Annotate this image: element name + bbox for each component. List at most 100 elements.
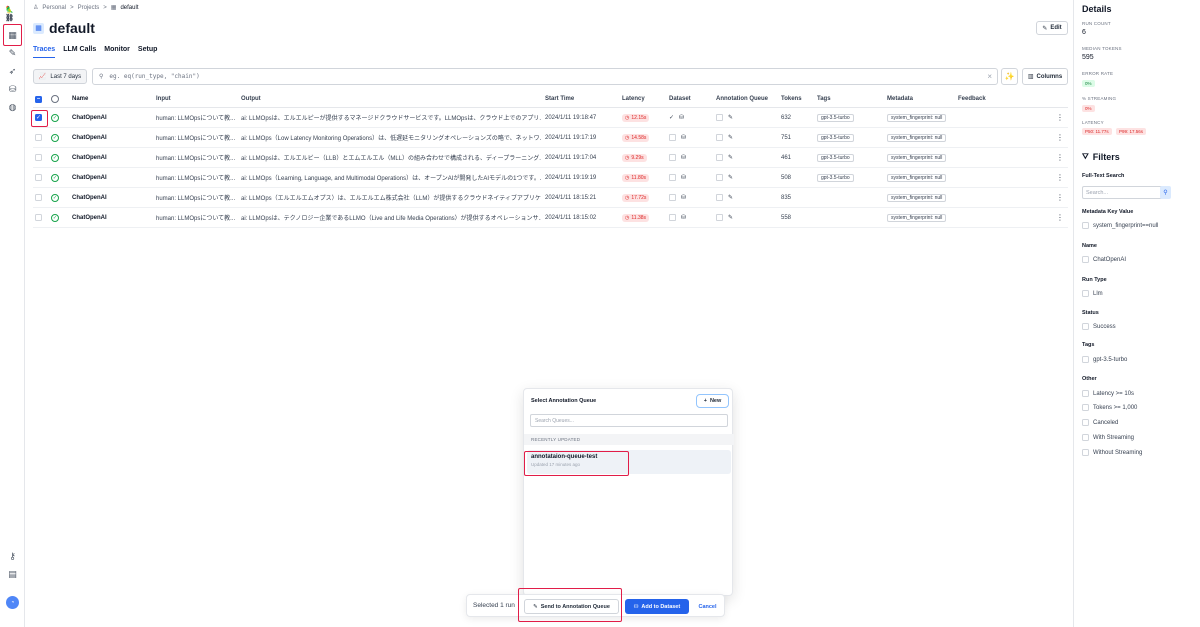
edit-button[interactable]: ✎ Edit bbox=[1036, 21, 1068, 35]
pencil-icon[interactable]: ✎ bbox=[728, 114, 733, 121]
queue-box-icon[interactable] bbox=[716, 174, 723, 181]
filter-checkbox[interactable] bbox=[1082, 434, 1089, 441]
run-name[interactable]: ChatOpenAI bbox=[72, 148, 152, 167]
project-grid-icon: ▦ bbox=[110, 5, 117, 11]
filter-checkbox[interactable] bbox=[1082, 404, 1089, 411]
tab-llm-calls[interactable]: LLM Calls bbox=[63, 46, 96, 58]
projects-icon[interactable]: ▦ bbox=[7, 30, 18, 41]
search-icon[interactable]: ⚲ bbox=[1160, 186, 1171, 199]
fulltext-search-input[interactable]: Search... bbox=[1082, 186, 1170, 199]
query-input[interactable]: ⚲ eg. eq(run_type, "chain") × bbox=[92, 68, 998, 85]
queue-box-icon[interactable] bbox=[716, 154, 723, 161]
filter-checkbox[interactable] bbox=[1082, 222, 1089, 229]
clear-icon[interactable]: × bbox=[987, 72, 992, 81]
row-checkbox[interactable] bbox=[35, 214, 42, 221]
add-label: Add to Dataset bbox=[641, 603, 681, 610]
pencil-icon[interactable]: ✎ bbox=[728, 134, 733, 141]
user-avatar[interactable]: ◔ bbox=[6, 596, 19, 609]
filter-checkbox[interactable] bbox=[1082, 390, 1089, 397]
row-checkbox[interactable]: ✓ bbox=[35, 114, 42, 121]
pencil-icon[interactable]: ✎ bbox=[728, 214, 733, 221]
database-icon[interactable]: ⛁ bbox=[681, 154, 686, 161]
ai-query-wand-button[interactable]: ✨ bbox=[1001, 68, 1018, 85]
new-queue-button[interactable]: + New bbox=[696, 394, 729, 408]
hub-globe-icon[interactable]: ◍ bbox=[7, 102, 18, 113]
run-name[interactable]: ChatOpenAI bbox=[72, 108, 152, 127]
row-checkbox[interactable] bbox=[35, 154, 42, 161]
datasets-icon[interactable]: ⛁ bbox=[7, 84, 18, 95]
database-icon[interactable]: ⛁ bbox=[679, 114, 684, 121]
filter-option[interactable]: Canceled bbox=[1082, 419, 1118, 426]
tab-setup[interactable]: Setup bbox=[138, 46, 157, 58]
filter-option[interactable]: system_fingerprint==null bbox=[1082, 222, 1158, 229]
filter-option[interactable]: With Streaming bbox=[1082, 434, 1134, 441]
table-row[interactable]: ✓ ChatOpenAI human: LLMOpsについて教... ai: L… bbox=[33, 168, 1068, 188]
queue-search-input[interactable]: Search Queues... bbox=[530, 414, 728, 427]
filter-checkbox[interactable] bbox=[1082, 449, 1089, 456]
filter-option[interactable]: Tokens >= 1,000 bbox=[1082, 404, 1137, 411]
row-checkbox[interactable] bbox=[35, 134, 42, 141]
filter-option[interactable]: Without Streaming bbox=[1082, 449, 1142, 456]
table-row[interactable]: ✓ ✓ ChatOpenAI human: LLMOpsについて教... ai:… bbox=[33, 108, 1068, 128]
queue-box-icon[interactable] bbox=[716, 114, 723, 121]
row-menu-icon[interactable]: ⋮ bbox=[1055, 128, 1065, 147]
filter-checkbox[interactable] bbox=[1082, 323, 1089, 330]
check-icon[interactable]: ✓ bbox=[669, 114, 674, 121]
database-icon[interactable]: ⛁ bbox=[681, 214, 686, 221]
run-name[interactable]: ChatOpenAI bbox=[72, 168, 152, 187]
queue-box-icon[interactable] bbox=[716, 214, 723, 221]
table-row[interactable]: ✓ ChatOpenAI human: LLMOpsについて教... ai: L… bbox=[33, 208, 1068, 228]
row-menu-icon[interactable]: ⋮ bbox=[1055, 208, 1065, 227]
pencil-icon[interactable]: ✎ bbox=[728, 174, 733, 181]
row-checkbox[interactable] bbox=[35, 194, 42, 201]
row-menu-icon[interactable]: ⋮ bbox=[1055, 148, 1065, 167]
filter-checkbox[interactable] bbox=[1082, 419, 1089, 426]
filter-checkbox[interactable] bbox=[1082, 256, 1089, 263]
dataset-box-icon[interactable] bbox=[669, 134, 676, 141]
run-name[interactable]: ChatOpenAI bbox=[72, 188, 152, 207]
dataset-box-icon[interactable] bbox=[669, 214, 676, 221]
breadcrumb: ♙ Personal > Projects > ▦ default bbox=[33, 4, 138, 12]
docs-icon[interactable]: ▤ bbox=[7, 569, 18, 580]
filter-option[interactable]: ChatOpenAI bbox=[1082, 256, 1126, 263]
dataset-box-icon[interactable] bbox=[669, 174, 676, 181]
queue-box-icon[interactable] bbox=[716, 134, 723, 141]
queue-item[interactable]: annotataion-queue-test Updated 17 minute… bbox=[527, 450, 731, 474]
deploy-rocket-icon[interactable]: ➶ bbox=[7, 66, 18, 77]
filter-option[interactable]: Latency >= 10s bbox=[1082, 390, 1134, 397]
filter-checkbox[interactable] bbox=[1082, 290, 1089, 297]
pencil-icon[interactable]: ✎ bbox=[728, 154, 733, 161]
row-checkbox[interactable] bbox=[35, 174, 42, 181]
run-name[interactable]: ChatOpenAI bbox=[72, 128, 152, 147]
filter-option[interactable]: gpt-3.5-turbo bbox=[1082, 356, 1127, 363]
database-icon[interactable]: ⛁ bbox=[681, 134, 686, 141]
row-menu-icon[interactable]: ⋮ bbox=[1055, 108, 1065, 127]
table-row[interactable]: ✓ ChatOpenAI human: LLMOpsについて教... ai: L… bbox=[33, 128, 1068, 148]
columns-button[interactable]: ▥ Columns bbox=[1022, 68, 1068, 85]
add-to-dataset-button[interactable]: ⛁ Add to Dataset bbox=[625, 599, 689, 614]
row-menu-icon[interactable]: ⋮ bbox=[1055, 188, 1065, 207]
select-all-checkbox[interactable]: – bbox=[35, 95, 42, 103]
filter-option[interactable]: Llm bbox=[1082, 290, 1103, 297]
queue-box-icon[interactable] bbox=[716, 194, 723, 201]
date-range-button[interactable]: 📈 Last 7 days bbox=[33, 69, 87, 84]
annotate-icon[interactable]: ✎ bbox=[7, 48, 18, 59]
cancel-button[interactable]: Cancel bbox=[694, 599, 721, 614]
database-icon[interactable]: ⛁ bbox=[681, 174, 686, 181]
table-row[interactable]: ✓ ChatOpenAI human: LLMOpsについて教... ai: L… bbox=[33, 188, 1068, 208]
database-icon[interactable]: ⛁ bbox=[681, 194, 686, 201]
dataset-box-icon[interactable] bbox=[669, 154, 676, 161]
table-row[interactable]: ✓ ChatOpenAI human: LLMOpsについて教... ai: L… bbox=[33, 148, 1068, 168]
tab-monitor[interactable]: Monitor bbox=[104, 46, 130, 58]
pencil-icon[interactable]: ✎ bbox=[728, 194, 733, 201]
dataset-box-icon[interactable] bbox=[669, 194, 676, 201]
breadcrumb-personal[interactable]: Personal bbox=[42, 5, 66, 11]
tab-traces[interactable]: Traces bbox=[33, 46, 56, 58]
breadcrumb-projects[interactable]: Projects bbox=[78, 5, 100, 11]
row-menu-icon[interactable]: ⋮ bbox=[1055, 168, 1065, 187]
filter-checkbox[interactable] bbox=[1082, 356, 1089, 363]
api-key-icon[interactable]: ⚷ bbox=[7, 551, 18, 562]
filter-option[interactable]: Success bbox=[1082, 323, 1116, 330]
run-name[interactable]: ChatOpenAI bbox=[72, 208, 152, 227]
send-to-annotation-queue-button[interactable]: ✎ Send to Annotation Queue bbox=[524, 599, 619, 614]
